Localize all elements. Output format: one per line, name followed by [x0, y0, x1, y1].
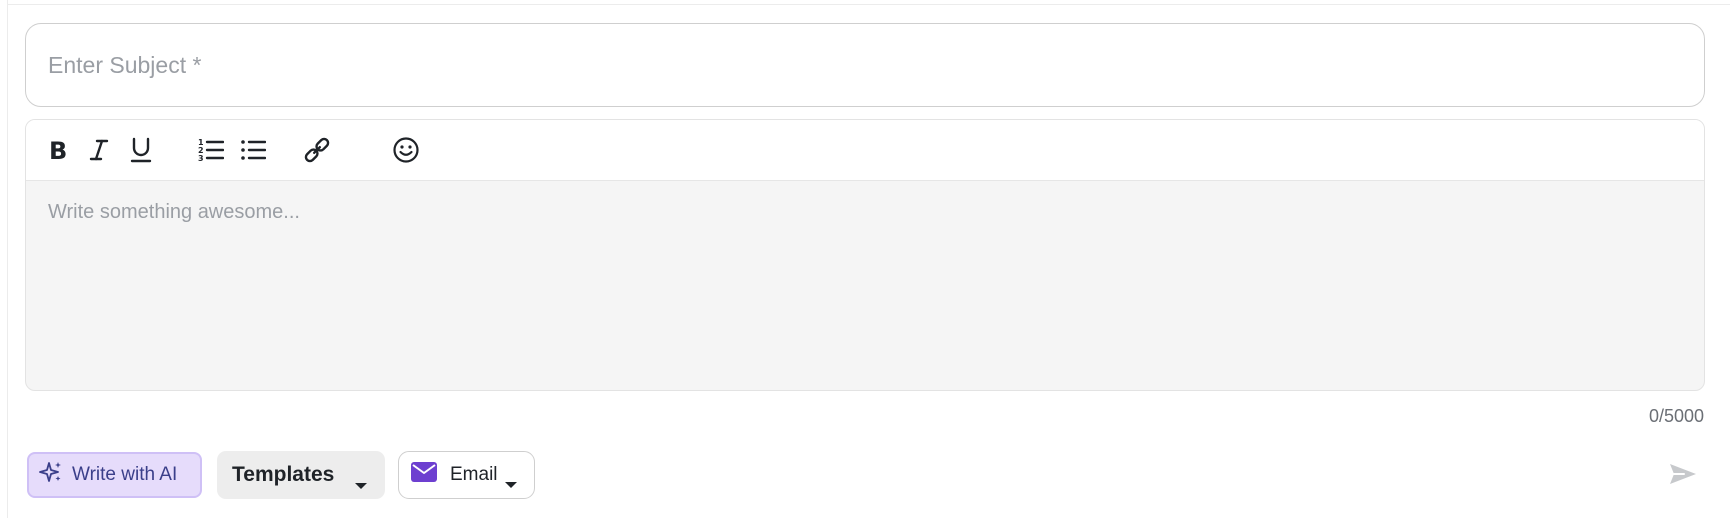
templates-label: Templates: [232, 463, 335, 486]
bullet-list-icon: [240, 137, 266, 163]
send-button[interactable]: [1666, 461, 1700, 491]
write-with-ai-label: Write with AI: [72, 464, 178, 485]
top-divider: [7, 4, 1730, 5]
svg-text:3: 3: [198, 154, 204, 163]
italic-icon: [88, 138, 110, 162]
emoji-button[interactable]: [388, 132, 424, 168]
bullet-list-button[interactable]: [235, 132, 271, 168]
channel-select[interactable]: Email: [398, 451, 535, 499]
write-with-ai-button[interactable]: Write with AI: [27, 452, 202, 498]
message-body-input[interactable]: Write something awesome...: [26, 181, 1704, 244]
envelope-icon: [411, 462, 437, 488]
ordered-list-icon: 1 2 3: [198, 137, 224, 163]
bold-button[interactable]: B: [40, 132, 76, 168]
left-divider: [7, 0, 8, 518]
channel-label: Email: [450, 464, 498, 485]
bold-icon: B: [47, 138, 69, 162]
subject-input[interactable]: [48, 51, 1682, 79]
ordered-list-button[interactable]: 1 2 3: [193, 132, 229, 168]
message-placeholder: Write something awesome...: [48, 201, 300, 223]
link-icon: [304, 137, 330, 163]
character-counter: 0/5000: [1648, 406, 1704, 426]
link-button[interactable]: [299, 132, 335, 168]
underline-icon: [130, 137, 152, 163]
svg-text:B: B: [49, 138, 67, 162]
emoji-icon: [392, 136, 420, 164]
italic-button[interactable]: [81, 132, 117, 168]
caret-down-icon: [354, 472, 368, 496]
underline-button[interactable]: [123, 132, 159, 168]
subject-field-wrapper: [25, 23, 1705, 107]
caret-down-icon: [504, 473, 518, 495]
message-editor: B 1 2 3 Write something awesome...: [25, 119, 1705, 391]
templates-dropdown[interactable]: Templates: [217, 451, 385, 499]
send-icon: [1668, 462, 1698, 491]
formatting-toolbar: B 1 2 3: [26, 120, 1704, 181]
sparkles-icon: [39, 460, 63, 490]
compose-panel: B: [0, 0, 1730, 518]
